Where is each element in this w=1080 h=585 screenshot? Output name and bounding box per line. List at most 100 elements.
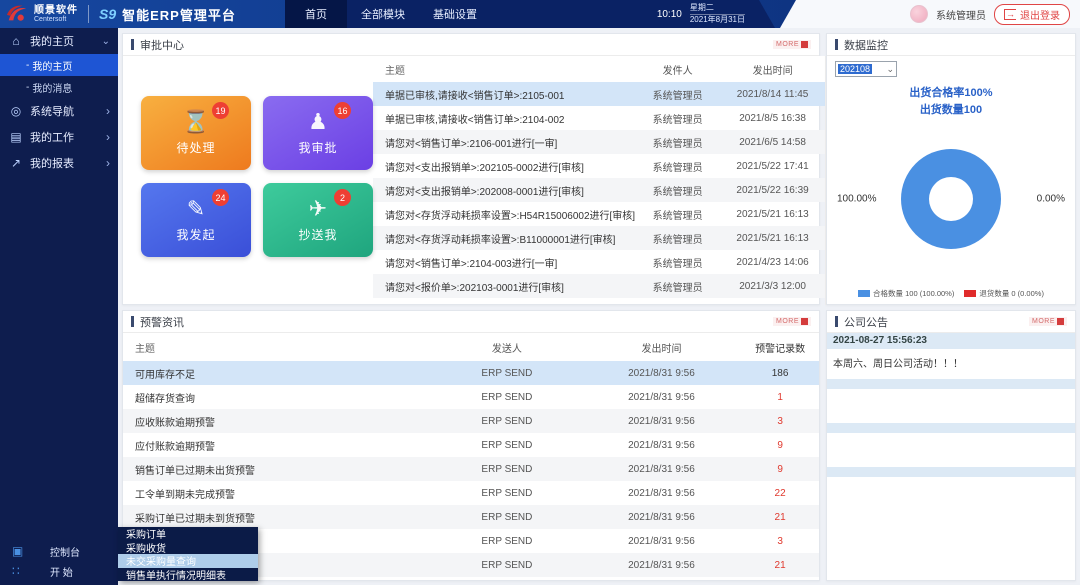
approval-table-row[interactable]: 单据已审核,请接收<销售订单>:2105-001 系统管理员 2021/8/14… [373,82,825,106]
warning-table-row[interactable]: 应收账款逾期预警 ERP SEND 2021/8/31 9:56 3 [123,409,819,433]
donut-chart[interactable] [901,149,1001,249]
chevron-icon [106,156,110,170]
approval-table-row[interactable]: 单据已审核,请接收<销售订单>:2104-002 系统管理员 2021/8/5 … [373,106,825,130]
warning-table-row[interactable]: 可用库存不足 ERP SEND 2021/8/31 9:56 186 [123,361,819,385]
cell-subject: 采购订单已过期未到货预警 [123,510,432,525]
period-select-value: 202108 [838,64,872,74]
cell-count: 21 [741,560,819,571]
legend-swatch [964,290,976,297]
announcements-panel: 公司公告 MORE 2021-08-27 15:56:23 本周六、周日公司活动… [826,310,1076,581]
chevron-icon [106,130,110,144]
user-area: 系统管理员 → 退出登录 [780,0,1080,28]
sidebar-item[interactable]: 系统导航 [0,98,118,124]
announcements-more-link[interactable]: MORE [1029,317,1067,326]
popup-menu-item[interactable]: 未交采购量查询 [118,554,258,568]
approval-table-row[interactable]: 请您对<存货浮动耗损率设置>:B11000001进行[审核] 系统管理员 202… [373,226,825,250]
legend-swatch [858,290,870,297]
brand-area: 顺景软件 Centersoft S9 智能ERP管理平台 [6,0,236,28]
popup-menu-item[interactable]: 销售单执行情况明细表 [118,568,258,582]
popup-menu-item[interactable]: 采购订单 [118,527,258,541]
donut-right-label: 0.00% [1037,194,1065,205]
cell-subject: 请您对<销售订单>:2106-001进行[一审] [373,135,635,150]
approval-table-row[interactable]: 请您对<支出报销单>:202105-0002进行[审核] 系统管理员 2021/… [373,154,825,178]
tile-icon [308,111,328,133]
sidebar-subitem[interactable]: 我的消息 [0,76,118,98]
cell-subject: 应收账款逾期预警 [123,414,432,429]
warning-table-row[interactable]: 应付账款逾期预警 ERP SEND 2021/8/31 9:56 9 [123,433,819,457]
cell-time: 2021/8/31 9:56 [582,464,742,475]
sidebar-item-label: 我的报表 [30,155,106,171]
tile-badge: 24 [212,189,229,206]
nav-tab[interactable]: 基础设置 [419,0,491,28]
top-header: 顺景软件 Centersoft S9 智能ERP管理平台 首页全部模块基础设置 … [0,0,1080,28]
sidebar-group: 我的报表 [0,150,118,176]
clock: 10:10 星期二 2021年8月31日 [657,0,745,28]
approval-tile[interactable]: 抄送我 2 [263,183,373,257]
cell-sender: ERP SEND [432,560,582,571]
approval-tile[interactable]: 我发起 24 [141,183,251,257]
popup-menu-item[interactable]: 采购收货 [118,541,258,555]
monitor-panel-title: 数据监控 [835,37,888,53]
cell-subject: 请您对<支出报销单>:202105-0002进行[审核] [373,159,635,174]
sidebar-footer-label: 开 始 [50,564,73,579]
sidebar-footer-item[interactable]: 开 始 [0,561,118,581]
warning-panel-title: 预警资讯 [131,314,184,330]
sidebar-item-icon [8,156,24,170]
header-time: 发出时间 [720,62,825,77]
sidebar-subitem[interactable]: 我的主页 [0,54,118,76]
header-sender: 发件人 [635,62,720,77]
cell-subject: 工令单到期未完成预警 [123,486,432,501]
warning-more-link[interactable]: MORE [773,317,811,326]
announcement-item[interactable]: 2021-08-27 15:56:23 本周六、周日公司活动！！！ [827,333,1075,379]
tile-label: 我审批 [298,139,337,156]
warning-table-row[interactable]: 销售订单已过期未出货预警 ERP SEND 2021/8/31 9:56 9 [123,457,819,481]
nav-tab[interactable]: 全部模块 [347,0,419,28]
approval-table-row[interactable]: 请您对<报价单>:202103-0001进行[审核] 系统管理员 2021/3/… [373,274,825,298]
sidebar-item[interactable]: 我的工作 [0,124,118,150]
user-name: 系统管理员 [936,7,986,22]
cell-time: 2021/8/14 11:45 [720,89,825,100]
nav-band: 首页全部模块基础设置 10:10 星期二 2021年8月31日 [285,0,775,28]
sidebar-footer-item[interactable]: 控制台 [0,541,118,561]
tile-badge: 2 [334,189,351,206]
warning-table-row[interactable]: 采购订单已过期未到货预警 ERP SEND 2021/8/31 9:56 21 [123,505,819,529]
sidebar-item-label: 我的主页 [30,33,102,49]
period-select[interactable]: 202108 ⌄ [835,61,897,77]
brand-name-cn: 顺景软件 [34,6,78,16]
header-subject: 主题 [373,62,635,77]
approval-tile[interactable]: 我审批 16 [263,96,373,170]
sidebar-group: 我的主页 我的主页我的消息 [0,28,118,98]
cell-subject: 销售订单已过期未出货预警 [123,462,432,477]
header-count: 预警记录数 [741,340,819,355]
warning-table-row[interactable]: 工令单到期未完成预警 ERP SEND 2021/8/31 9:56 22 [123,481,819,505]
approval-more-link[interactable]: MORE [773,40,811,49]
nav-tab[interactable]: 首页 [285,0,347,28]
approval-tile[interactable]: 待处理 19 [141,96,251,170]
cell-sender: 系统管理员 [635,87,720,102]
ship-qty-line: 出货数量100 [835,102,1067,119]
logout-button[interactable]: → 退出登录 [994,4,1070,25]
sidebar-item[interactable]: 我的报表 [0,150,118,176]
cell-count: 186 [741,368,819,379]
cell-subject: 请您对<报价单>:202103-0001进行[审核] [373,279,635,294]
approval-table-row[interactable]: 请您对<存货浮动耗损率设置>:H54R15006002进行[审核] 系统管理员 … [373,202,825,226]
chevron-icon [106,104,110,118]
cell-subject: 超储存货查询 [123,390,432,405]
warning-table-row[interactable]: 超储存货查询 ERP SEND 2021/8/31 9:56 1 [123,385,819,409]
clock-date: 2021年8月31日 [690,15,745,25]
approval-table-row[interactable]: 请您对<支出报销单>:202008-0001进行[审核] 系统管理员 2021/… [373,178,825,202]
header-subject: 主题 [123,340,432,355]
tile-icon [182,111,209,133]
cell-sender: 系统管理员 [635,255,720,270]
announcement-list: 2021-08-27 15:56:23 本周六、周日公司活动！！！ [827,333,1075,379]
approval-table-row[interactable]: 请您对<销售订单>:2106-001进行[一审] 系统管理员 2021/6/5 … [373,130,825,154]
cell-sender: ERP SEND [432,368,582,379]
sidebar-item[interactable]: 我的主页 [0,28,118,54]
cell-sender: 系统管理员 [635,111,720,126]
empty-slot-bar [827,379,1075,389]
logout-label: 退出登录 [1020,7,1060,22]
approval-table-row[interactable]: 请您对<销售订单>:2104-003进行[一审] 系统管理员 2021/4/23… [373,250,825,274]
monitor-panel-header: 数据监控 [827,34,1075,56]
user-avatar[interactable] [910,5,928,23]
cell-sender: 系统管理员 [635,159,720,174]
